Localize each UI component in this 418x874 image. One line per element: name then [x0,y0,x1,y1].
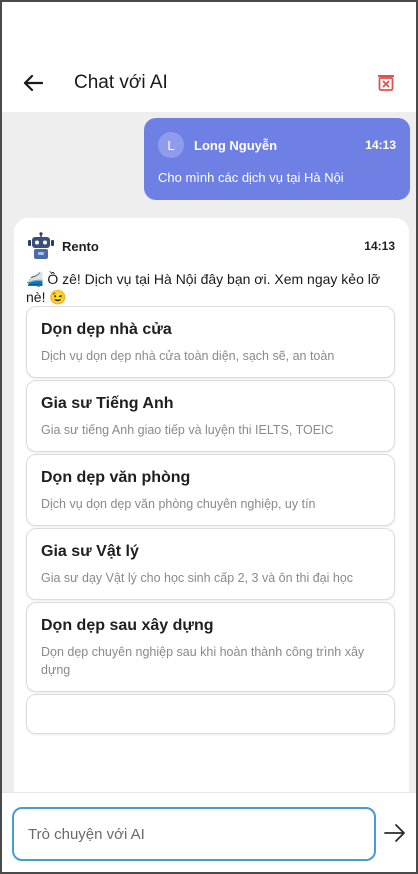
send-button[interactable] [384,823,408,847]
user-name: Long Nguyễn [194,137,278,153]
service-card[interactable]: Gia sư Tiếng Anh Gia sư tiếng Anh giao t… [26,380,395,452]
user-message-bubble: L Long Nguyễn 14:13 Cho mình các dịch vụ… [144,118,410,200]
service-card[interactable]: Dọn dẹp sau xây dựng Dọn dẹp chuyên nghi… [26,602,395,692]
service-description: Gia sư dạy Vật lý cho học sinh cấp 2, 3 … [41,571,354,585]
service-title: Gia sư Tiếng Anh [41,395,174,412]
service-description: Dịch vụ dọn dẹp văn phòng chuyên nghiệp,… [41,497,316,511]
service-card[interactable]: Gia sư Vật lý Gia sư dạy Vật lý cho học … [26,528,395,600]
service-card[interactable]: Dọn dẹp văn phòng Dịch vụ dọn dẹp văn ph… [26,454,395,526]
robot-icon [28,232,54,259]
user-message-header: L Long Nguyễn 14:13 [158,132,396,158]
message-time: 14:13 [365,138,396,152]
service-title: Dọn dẹp sau xây dựng [41,617,214,634]
input-bar [2,792,416,872]
service-list: Dọn dẹp nhà cửa Dịch vụ dọn dẹp nhà cửa … [26,306,395,736]
bot-message-header: Rento 14:13 [26,232,397,260]
service-description: Gia sư tiếng Anh giao tiếp và luyện thi … [41,423,334,437]
chat-input[interactable] [12,807,376,861]
back-button[interactable] [18,68,48,98]
avatar: L [158,132,184,158]
service-description: Dịch vụ dọn dẹp nhà cửa toàn diện, sạch … [41,349,335,363]
user-message-text: Cho mình các dịch vụ tại Hà Nội [158,170,344,185]
bot-message-text: 🚄 Ồ zê! Dịch vụ tại Hà Nội đây bạn ơi. X… [26,271,381,305]
service-description: Dọn dẹp chuyên nghiệp sau khi hoàn thành… [41,645,365,677]
bot-name: Rento [62,238,99,254]
service-card-partial[interactable] [26,694,395,734]
service-title: Dọn dẹp nhà cửa [41,321,172,338]
service-title: Gia sư Vật lý [41,543,139,560]
trash-icon [378,75,394,91]
header-bar: Chat với AI [2,52,416,114]
service-card[interactable]: Dọn dẹp nhà cửa Dịch vụ dọn dẹp nhà cửa … [26,306,395,378]
message-time: 14:13 [364,239,395,253]
app-frame: Chat với AI L Long Nguyễn 14:13 Cho mình… [0,0,418,874]
service-title: Dọn dẹp văn phòng [41,469,191,486]
arrow-right-icon [384,824,405,842]
delete-chat-button[interactable] [376,72,398,94]
arrow-left-icon [23,74,43,92]
chat-area[interactable]: L Long Nguyễn 14:13 Cho mình các dịch vụ… [2,112,416,792]
page-title: Chat với AI [74,72,168,93]
bot-message-card: Rento 14:13 🚄 Ồ zê! Dịch vụ tại Hà Nội đ… [14,218,409,792]
